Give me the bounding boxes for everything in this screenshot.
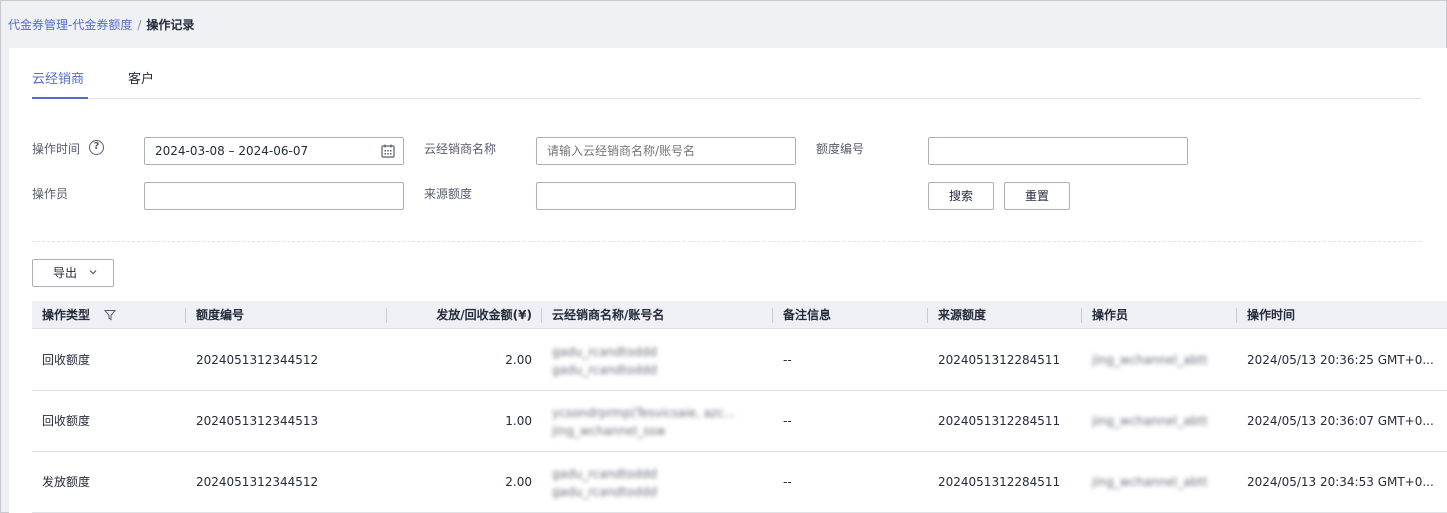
column-divider <box>541 308 542 323</box>
column-divider <box>927 308 928 323</box>
column-divider <box>772 308 773 323</box>
page-frame: 代金券管理-代金券额度 / 操作记录 云经销商 客户 操作时间 ? 2024-03-… <box>0 0 1447 513</box>
col-header-operator: 操作员 <box>1092 308 1129 322</box>
divider <box>32 241 1421 242</box>
breadcrumb-link-quota[interactable]: 代金券管理-代金券额度 <box>8 18 132 32</box>
column-divider <box>185 308 186 323</box>
cell-remark: -- <box>783 475 792 489</box>
tab-customer[interactable]: 客户 <box>128 68 154 99</box>
cell-remark: -- <box>783 353 792 367</box>
col-header-partner: 云经销商名称/账号名 <box>552 308 665 322</box>
col-header-op-type: 操作类型 <box>42 308 91 322</box>
partner-account: gadu_rcandtoddd <box>552 363 657 377</box>
cell-source: 2024051312284511 <box>938 353 1061 367</box>
cell-op-time: 2024/05/13 20:34:53 GMT+0... <box>1247 475 1434 489</box>
table-row[interactable]: 回收额度 2024051312344512 2.00 gadu_rcandtod… <box>32 330 1447 391</box>
quota-no-input[interactable] <box>928 137 1188 165</box>
col-header-amount: 发放/回收金额(¥) <box>436 308 532 322</box>
cell-operator: jing_wchannel_abtt <box>1092 475 1208 489</box>
main-card: 云经销商 客户 操作时间 ? 2024-03-08 – 2024-06-07 云… <box>9 48 1447 513</box>
chevron-down-icon <box>89 270 97 275</box>
cell-quota-no: 2024051312344512 <box>196 475 319 489</box>
calendar-icon[interactable] <box>381 144 395 158</box>
partner-name: gadu_rcandtoddd <box>552 345 657 359</box>
cell-op-type: 发放额度 <box>42 475 91 489</box>
cell-source: 2024051312284511 <box>938 414 1061 428</box>
reset-button[interactable]: 重置 <box>1004 182 1070 210</box>
cell-source: 2024051312284511 <box>938 475 1061 489</box>
date-range-value: 2024-03-08 – 2024-06-07 <box>155 144 309 158</box>
col-header-remark: 备注信息 <box>783 308 832 322</box>
partner-name: gadu_rcandtoddd <box>552 467 657 481</box>
source-quota-label: 来源额度 <box>424 187 473 201</box>
cell-operator: jing_wchannel_abtt <box>1092 353 1208 367</box>
cell-op-time: 2024/05/13 20:36:07 GMT+0... <box>1247 414 1434 428</box>
question-circle-icon[interactable]: ? <box>89 140 104 155</box>
cell-partner: gadu_rcandtoddd gadu_rcandtoddd <box>552 452 757 512</box>
cell-partner: ycsondrprmp(Tesvicsaie, azc... jing_wcha… <box>552 391 757 451</box>
breadcrumb-current: 操作记录 <box>146 18 195 32</box>
date-range-picker[interactable]: 2024-03-08 – 2024-06-07 <box>144 137 404 165</box>
partner-account: gadu_rcandtoddd <box>552 485 657 499</box>
column-divider <box>1081 308 1082 323</box>
op-time-label: 操作时间 <box>32 142 81 156</box>
tab-bar: 云经销商 客户 <box>32 48 1421 99</box>
cell-quota-no: 2024051312344513 <box>196 414 319 428</box>
operator-input[interactable] <box>144 182 404 210</box>
breadcrumb: 代金券管理-代金券额度 / 操作记录 <box>8 16 194 34</box>
table-row[interactable]: 发放额度 2024051312344512 2.00 gadu_rcandtod… <box>32 452 1447 513</box>
cell-amount: 2.00 <box>505 475 532 489</box>
breadcrumb-separator: / <box>137 18 142 32</box>
source-quota-input[interactable] <box>536 182 796 210</box>
cell-op-type: 回收额度 <box>42 414 91 428</box>
cell-remark: -- <box>783 414 792 428</box>
partner-account: jing_wchannel_ssw <box>552 424 666 438</box>
quota-no-label: 额度编号 <box>816 142 865 156</box>
filter-icon[interactable] <box>104 309 116 321</box>
search-button[interactable]: 搜索 <box>928 182 994 210</box>
partner-name-label: 云经销商名称 <box>424 142 497 156</box>
export-button-label: 导出 <box>53 266 78 280</box>
partner-name-input[interactable] <box>536 137 796 165</box>
column-divider <box>386 308 387 323</box>
export-button[interactable]: 导出 <box>32 259 114 287</box>
cell-partner: gadu_rcandtoddd gadu_rcandtoddd <box>552 330 757 390</box>
partner-name: ycsondrprmp(Tesvicsaie, azc... <box>552 406 736 420</box>
table-row[interactable]: 回收额度 2024051312344513 1.00 ycsondrprmp(T… <box>32 391 1447 452</box>
tab-cloud-partner[interactable]: 云经销商 <box>32 68 88 99</box>
cell-op-time: 2024/05/13 20:36:25 GMT+0... <box>1247 353 1434 367</box>
cell-quota-no: 2024051312344512 <box>196 353 319 367</box>
column-divider <box>1236 308 1237 323</box>
operator-label: 操作员 <box>32 187 69 201</box>
col-header-quota-no: 额度编号 <box>196 308 245 322</box>
col-header-source: 来源额度 <box>938 308 987 322</box>
cell-op-type: 回收额度 <box>42 353 91 367</box>
cell-amount: 2.00 <box>505 353 532 367</box>
cell-operator: jing_wchannel_abtt <box>1092 414 1208 428</box>
table-header: 操作类型 额度编号 发放/回收金额(¥) 云经销商名称/账号名 备注信息 来源额… <box>32 301 1447 329</box>
cell-amount: 1.00 <box>505 414 532 428</box>
col-header-op-time: 操作时间 <box>1247 308 1296 322</box>
